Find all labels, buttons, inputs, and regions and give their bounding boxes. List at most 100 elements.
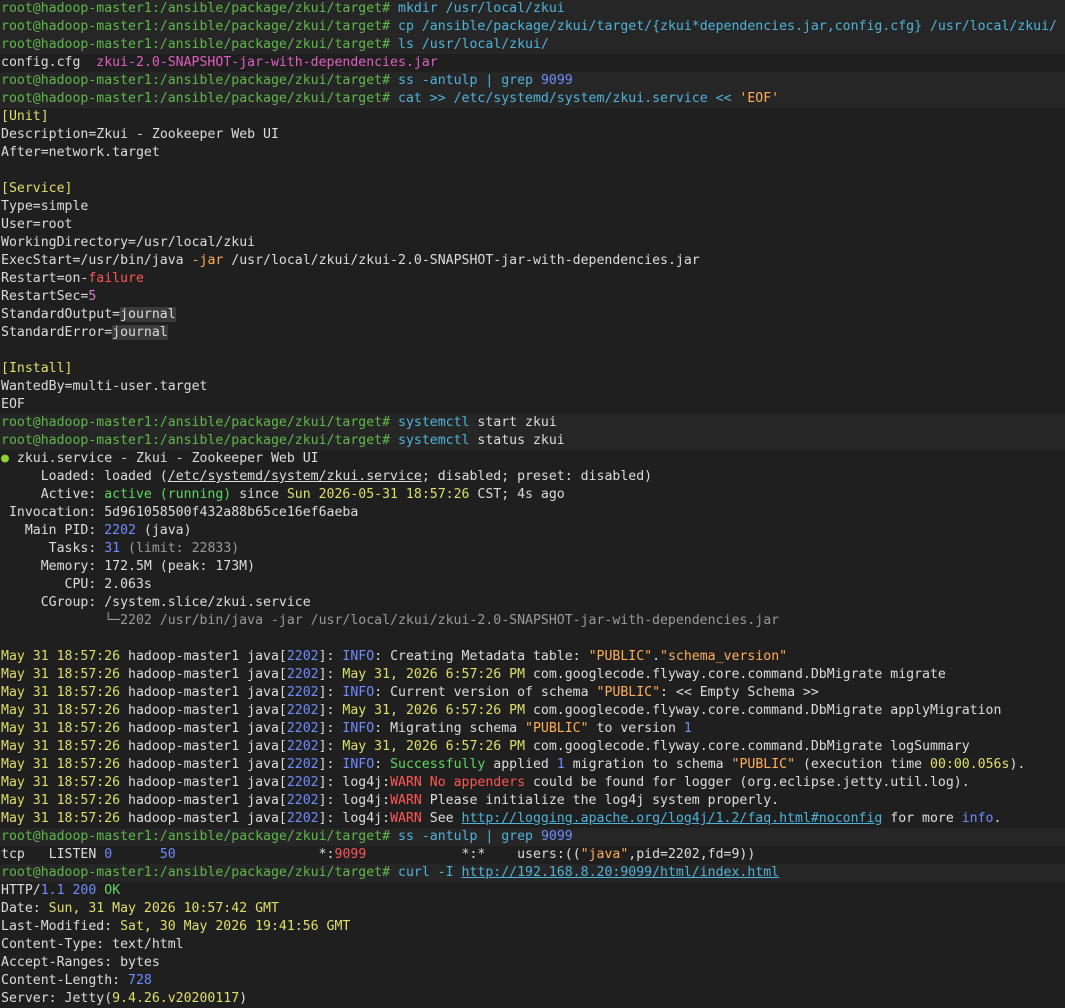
terminal-text-segment[interactable]: http://logging.apache.org/log4j/1.2/faq.… xyxy=(462,811,883,826)
terminal-output-line: User=root xyxy=(0,216,1065,234)
terminal-text-segment: RestartSec xyxy=(1,289,81,304)
terminal-text-segment: : Creating Metadata table: xyxy=(374,649,589,664)
terminal-text-segment: hadoop-master1 java[ xyxy=(120,721,287,736)
terminal-output-line: May 31 18:57:26 hadoop-master1 java[2202… xyxy=(0,684,1065,702)
terminal-text-segment: 1 xyxy=(683,721,692,736)
terminal-output-line: May 31 18:57:26 hadoop-master1 java[2202… xyxy=(0,738,1065,756)
terminal-text-segment: ]: xyxy=(318,685,343,700)
terminal-text-segment: -jar xyxy=(191,253,224,268)
terminal-text-segment: 2202 xyxy=(286,811,319,826)
terminal-text-segment: grep xyxy=(501,829,533,844)
terminal-text-segment: 200 xyxy=(72,883,97,898)
terminal-text-segment: Sun, 31 May 2026 10:57:42 GMT xyxy=(48,901,279,916)
terminal-text-segment: May 31 18:57:26 xyxy=(1,721,121,736)
terminal-command-line: root@hadoop-master1:/ansible/package/zku… xyxy=(0,0,1065,18)
terminal-text-segment: ]: xyxy=(318,739,343,754)
terminal-text-segment: (limit: 22833) xyxy=(120,541,240,556)
terminal-text-segment: /ansible/package/zkui/target/{zkui*depen… xyxy=(413,19,1057,34)
terminal-text-segment: hadoop-master1 java[ xyxy=(120,775,287,790)
terminal-text-segment: 2202 xyxy=(286,757,319,772)
terminal-text-segment[interactable]: /etc/systemd/system/zkui.service xyxy=(168,469,422,484)
terminal-text-segment: [Install] xyxy=(1,361,73,376)
terminal-text-segment: ]: xyxy=(318,793,343,808)
terminal-text-segment: Content-Type: text/html xyxy=(1,937,184,952)
terminal-text-segment: root@hadoop-master1 xyxy=(1,1,152,16)
terminal-text-segment: /usr/local/zkui/zkui-2.0-SNAPSHOT-jar-wi… xyxy=(223,253,700,268)
terminal-text-segment: ]: xyxy=(318,757,343,772)
terminal-text-segment: User xyxy=(1,217,33,232)
terminal-text-segment: "schema_version" xyxy=(660,649,788,664)
terminal-command-line: root@hadoop-master1:/ansible/package/zku… xyxy=(0,36,1065,54)
terminal-text-segment: "java" xyxy=(580,847,629,862)
terminal-output-line: WantedBy=multi-user.target xyxy=(0,378,1065,396)
terminal-text-segment: (java) xyxy=(135,523,192,538)
terminal-text-segment: "PUBLIC" xyxy=(731,757,796,772)
terminal-text-segment: applied xyxy=(485,757,557,772)
terminal-text-segment[interactable]: http://192.168.8.20:9099/html/index.html xyxy=(462,865,780,880)
terminal-text-segment: May 31 18:57:26 xyxy=(1,667,121,682)
terminal-text-segment: active (running) xyxy=(104,487,232,502)
terminal-text-segment: ExecStart xyxy=(1,253,73,268)
terminal-text-segment: HTTP/ xyxy=(1,883,41,898)
terminal-text-segment: "PUBLIC" xyxy=(525,721,589,736)
terminal-text-segment: hadoop-master1 java[ xyxy=(120,793,287,808)
terminal-output-line: WorkingDirectory=/usr/local/zkui xyxy=(0,234,1065,252)
terminal-text-segment: May 31 18:57:26 xyxy=(1,703,121,718)
terminal-text-segment: Invocation: 5d961058500f432a88b65ce16ef6… xyxy=(1,505,359,520)
terminal-text-segment: ; disabled; preset: disabled) xyxy=(421,469,653,484)
terminal-output-line: RestartSec=5 xyxy=(0,288,1065,306)
terminal-text-segment: WARN No appenders xyxy=(390,775,526,790)
terminal-text-segment: since xyxy=(231,487,287,502)
terminal-text-segment: root@hadoop-master1 xyxy=(1,829,152,844)
terminal-text-segment: Sat, 30 May 2026 19:41:56 GMT xyxy=(120,919,351,934)
terminal-text-segment: . xyxy=(652,649,661,664)
terminal-output-line: Main PID: 2202 (java) xyxy=(0,522,1065,540)
terminal-text-segment: = xyxy=(104,325,113,340)
terminal-output-line: Description=Zkui - Zookeeper Web UI xyxy=(0,126,1065,144)
terminal-text-segment: =network.target xyxy=(40,145,160,160)
terminal-text-segment: zkui-2.0-SNAPSHOT-jar-with-dependencies.… xyxy=(96,55,438,70)
terminal-text-segment: status zkui xyxy=(469,433,565,448)
terminal-output-line: ExecStart=/usr/bin/java -jar /usr/local/… xyxy=(0,252,1065,270)
terminal-text-segment: 31 xyxy=(104,541,121,556)
terminal-output-line: tcp LISTEN 0 50 *:9099 *:* users:(("java… xyxy=(0,846,1065,864)
terminal-text-segment: : xyxy=(374,757,391,772)
terminal-text-segment: INFO xyxy=(342,721,375,736)
terminal-text-segment: [Unit] xyxy=(1,109,49,124)
terminal-text-segment: 9099 xyxy=(533,829,573,844)
terminal-text-segment: config.cfg xyxy=(1,55,97,70)
terminal-text-segment: WARN xyxy=(390,811,422,826)
terminal-text-segment: root@hadoop-master1 xyxy=(1,91,152,106)
terminal-text-segment: 2202 xyxy=(286,703,319,718)
terminal-text-segment: hadoop-master1 java[ xyxy=(120,757,287,772)
terminal-text-segment: :/ansible/package/zkui/target# xyxy=(151,37,398,52)
terminal-text-segment: com.googlecode.flyway.core.command.DbMig… xyxy=(525,703,1002,718)
terminal-text-segment: *:* users:(( xyxy=(366,847,581,862)
terminal-text-segment: 2202 xyxy=(104,523,136,538)
terminal-output-line: Last-Modified: Sat, 30 May 2026 19:41:56… xyxy=(0,918,1065,936)
terminal-text-segment: May 31, 2026 6:57:26 PM xyxy=(342,703,526,718)
terminal-text-segment: INFO xyxy=(342,649,375,664)
terminal-text-segment: Restart xyxy=(1,271,57,286)
terminal-text-segment: journal xyxy=(120,307,176,322)
terminal-output-line: Type=simple xyxy=(0,198,1065,216)
terminal-text-segment: 2202 xyxy=(286,793,319,808)
terminal-text-segment: 2202 xyxy=(286,739,319,754)
terminal-text-segment: "PUBLIC" xyxy=(596,685,661,700)
terminal-text-segment: hadoop-master1 java[ xyxy=(120,667,287,682)
terminal-command-line: root@hadoop-master1:/ansible/package/zku… xyxy=(0,90,1065,108)
terminal-text-segment: 2202 xyxy=(286,649,319,664)
terminal-text-segment: : << Empty Schema >> xyxy=(660,685,819,700)
terminal-window[interactable]: root@hadoop-master1:/ansible/package/zku… xyxy=(0,0,1065,1006)
terminal-text-segment: After xyxy=(1,145,41,160)
terminal-text-segment: 1 xyxy=(556,757,565,772)
terminal-text-segment: WantedBy xyxy=(1,379,65,394)
terminal-command-line: root@hadoop-master1:/ansible/package/zku… xyxy=(0,864,1065,882)
terminal-text-segment: log4j: xyxy=(342,775,391,790)
terminal-text-segment: cat xyxy=(398,91,422,106)
terminal-text-segment: /usr/local/zkui/ xyxy=(413,37,549,52)
terminal-text-segment: [Service] xyxy=(1,181,73,196)
terminal-text-segment: ss xyxy=(398,73,414,88)
terminal-text-segment: start zkui xyxy=(469,415,557,430)
terminal-text-segment: =root xyxy=(32,217,73,232)
